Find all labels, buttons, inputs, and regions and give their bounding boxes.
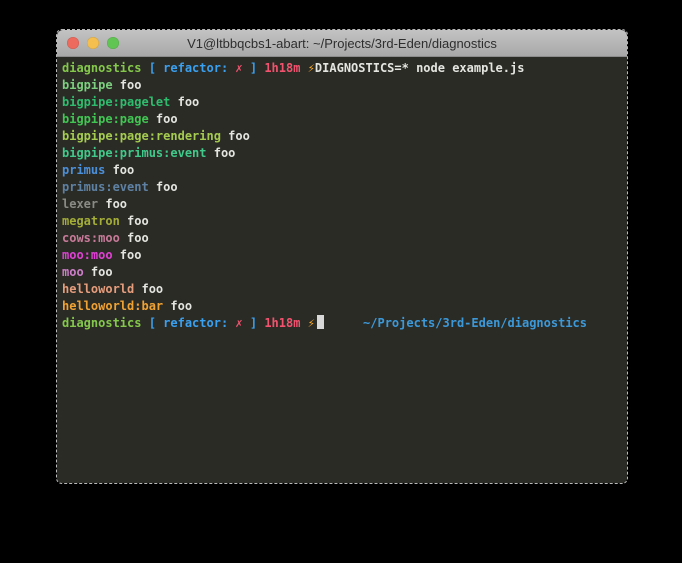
term-text: cows:moo <box>62 231 120 245</box>
close-button[interactable] <box>67 37 79 49</box>
terminal-line: helloworld:bar foo <box>62 298 627 315</box>
term-text: ] <box>243 61 265 75</box>
term-text: foo <box>221 129 250 143</box>
term-text: foo <box>113 78 142 92</box>
term-text: bigpipe:primus:event <box>62 146 207 160</box>
terminal-line: bigpipe:pagelet foo <box>62 94 627 111</box>
term-text <box>300 61 307 75</box>
term-text: 1h18m <box>264 316 300 330</box>
line-content: diagnostics [ refactor: ✗ ] 1h18m ⚡DIAGN… <box>62 60 524 77</box>
terminal-line: lexer foo <box>62 196 627 213</box>
terminal-line: moo foo <box>62 264 627 281</box>
line-content: lexer foo <box>62 196 127 213</box>
term-text: primus <box>62 163 105 177</box>
term-text: foo <box>84 265 113 279</box>
term-text: ~/Projects/3rd-Eden/diagnostics <box>363 316 587 330</box>
minimize-button[interactable] <box>87 37 99 49</box>
term-text: bigpipe:page <box>62 112 149 126</box>
terminal-line: cows:moo foo <box>62 230 627 247</box>
term-text: ⚡ <box>308 316 315 330</box>
term-text: foo <box>113 248 142 262</box>
terminal-line: bigpipe:page:rendering foo <box>62 128 627 145</box>
term-text: bigpipe <box>62 78 113 92</box>
traffic-lights <box>67 30 119 56</box>
terminal-line: bigpipe foo <box>62 77 627 94</box>
term-text: helloworld:bar <box>62 299 163 313</box>
line-content: bigpipe:primus:event foo <box>62 145 235 162</box>
term-text: helloworld <box>62 282 134 296</box>
term-text: megatron <box>62 214 120 228</box>
line-content: primus:event foo <box>62 179 178 196</box>
term-text: primus:event <box>62 180 149 194</box>
line-content: bigpipe:pagelet foo <box>62 94 199 111</box>
window-title: V1@ltbbqcbs1-abart: ~/Projects/3rd-Eden/… <box>187 36 497 51</box>
term-text: [ refactor: <box>141 316 235 330</box>
titlebar[interactable]: V1@ltbbqcbs1-abart: ~/Projects/3rd-Eden/… <box>57 30 627 57</box>
term-text: diagnostics <box>62 316 141 330</box>
term-text <box>300 316 307 330</box>
terminal-screen[interactable]: diagnostics [ refactor: ✗ ] 1h18m ⚡DIAGN… <box>57 57 627 483</box>
term-text: moo <box>62 265 84 279</box>
terminal-window: V1@ltbbqcbs1-abart: ~/Projects/3rd-Eden/… <box>57 30 627 483</box>
terminal-line: helloworld foo <box>62 281 627 298</box>
term-text: foo <box>149 112 178 126</box>
terminal-cursor <box>317 315 324 329</box>
term-text: foo <box>134 282 163 296</box>
term-text: ] <box>243 316 265 330</box>
zoom-button[interactable] <box>107 37 119 49</box>
line-content: primus foo <box>62 162 134 179</box>
terminal-line: bigpipe:primus:event foo <box>62 145 627 162</box>
prompt-line-2: diagnostics [ refactor: ✗ ] 1h18m ⚡ ~/Pro… <box>62 315 627 332</box>
line-content: cows:moo foo <box>62 230 149 247</box>
terminal-line: megatron foo <box>62 213 627 230</box>
term-text: moo:moo <box>62 248 113 262</box>
term-text: foo <box>120 231 149 245</box>
terminal-line: moo:moo foo <box>62 247 627 264</box>
term-text: DIAGNOSTICS=* node example.js <box>315 61 525 75</box>
line-content: helloworld foo <box>62 281 163 298</box>
term-text: bigpipe:pagelet <box>62 95 170 109</box>
term-text: diagnostics <box>62 61 141 75</box>
term-text: 1h18m <box>264 61 300 75</box>
term-text: foo <box>98 197 127 211</box>
line-content: moo foo <box>62 264 113 281</box>
line-content: bigpipe:page:rendering foo <box>62 128 250 145</box>
term-text: foo <box>105 163 134 177</box>
line-content: diagnostics [ refactor: ✗ ] 1h18m ⚡ <box>62 315 324 332</box>
right-prompt: ~/Projects/3rd-Eden/diagnostics <box>363 315 587 332</box>
term-text: foo <box>207 146 236 160</box>
term-text: foo <box>163 299 192 313</box>
prompt-line-1: diagnostics [ refactor: ✗ ] 1h18m ⚡DIAGN… <box>62 60 627 77</box>
term-text: foo <box>170 95 199 109</box>
term-text: lexer <box>62 197 98 211</box>
terminal-line: primus:event foo <box>62 179 627 196</box>
term-text: ✗ <box>235 61 242 75</box>
term-text: ⚡ <box>308 61 315 75</box>
term-text: foo <box>120 214 149 228</box>
line-content: helloworld:bar foo <box>62 298 192 315</box>
line-content: bigpipe:page foo <box>62 111 178 128</box>
line-content: moo:moo foo <box>62 247 141 264</box>
terminal-line: bigpipe:page foo <box>62 111 627 128</box>
line-content: bigpipe foo <box>62 77 141 94</box>
term-text: ✗ <box>235 316 242 330</box>
line-content: megatron foo <box>62 213 149 230</box>
term-text: [ refactor: <box>141 61 235 75</box>
terminal-line: primus foo <box>62 162 627 179</box>
term-text: foo <box>149 180 178 194</box>
term-text: bigpipe:page:rendering <box>62 129 221 143</box>
